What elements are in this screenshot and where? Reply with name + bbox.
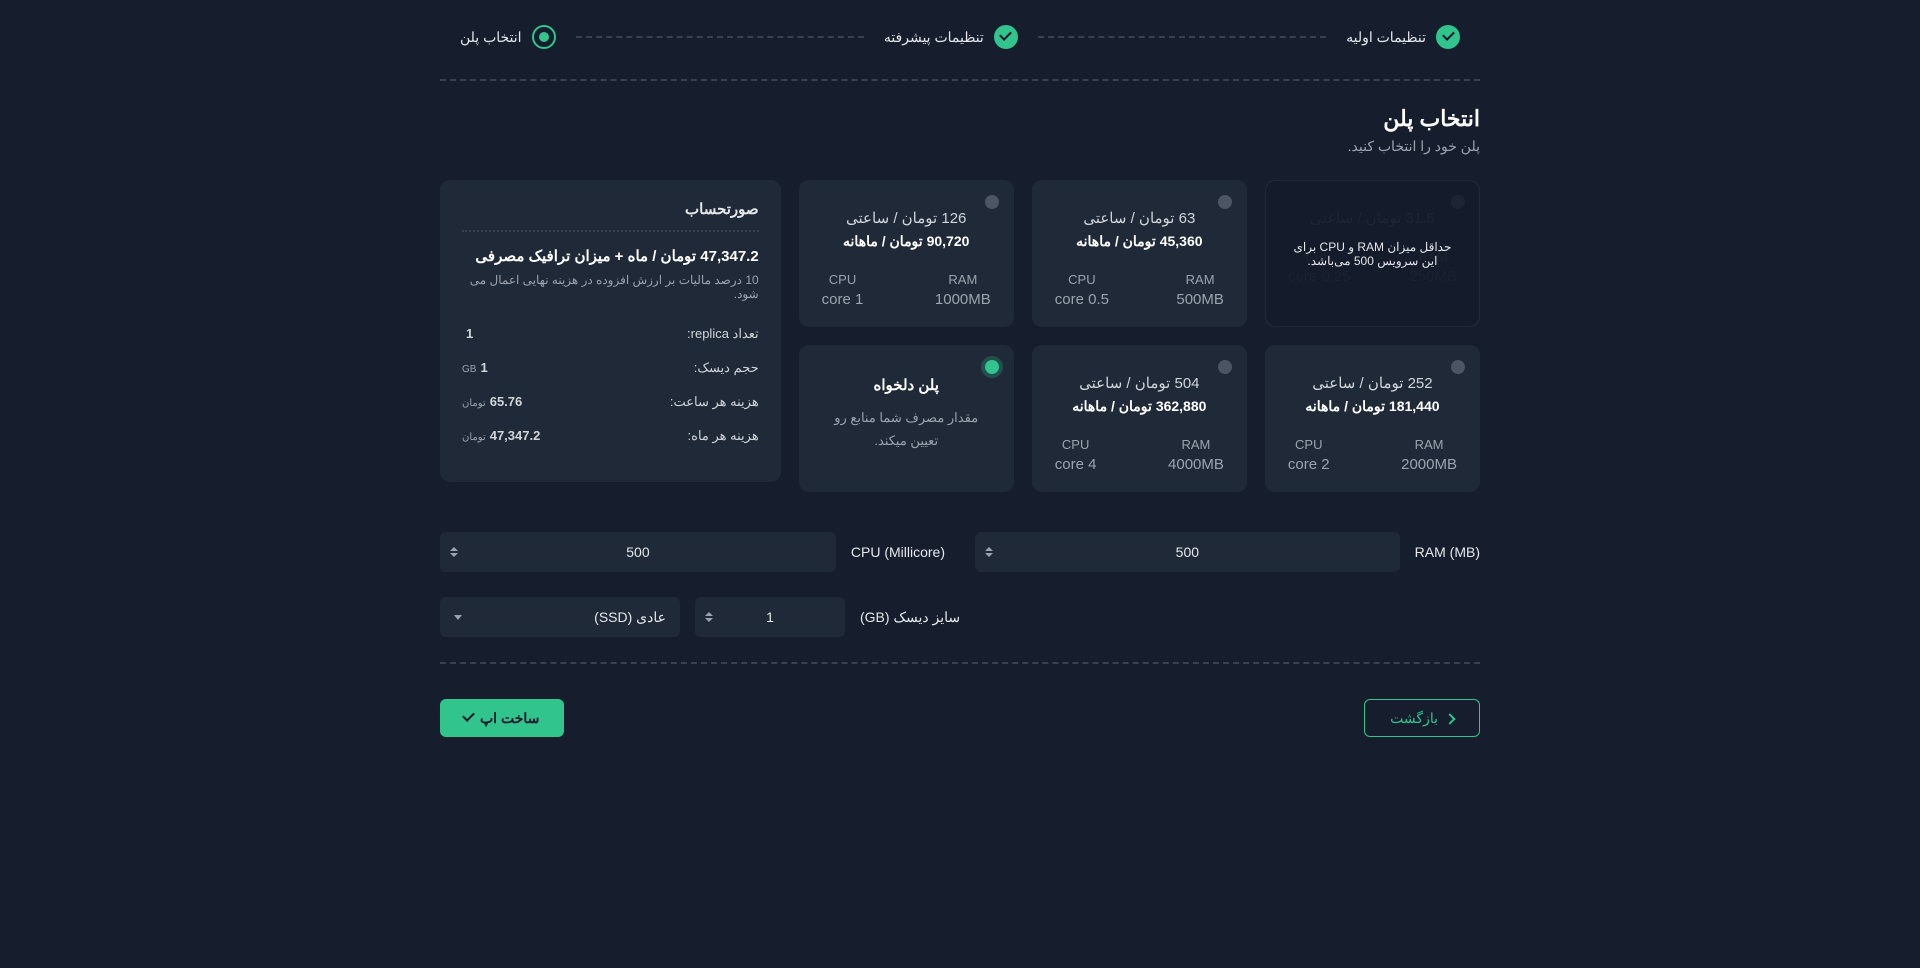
spec-cpu: 1 core — [822, 291, 864, 308]
step-label: تنظیمات پیشرفته — [884, 29, 984, 46]
radio-icon — [1218, 195, 1232, 209]
plan-card-4[interactable]: 252 تومان / ساعتی 181,440 تومان / ماهانه… — [1265, 345, 1480, 492]
cpu-input[interactable]: 500 — [440, 532, 836, 572]
summary-title: صورتحساب — [462, 200, 759, 218]
summary-row-disk: حجم دیسک: 1GB — [462, 360, 759, 376]
plan-hourly: 504 تومان / ساعتی — [1055, 374, 1224, 392]
summary-row-monthly: هزینه هر ماه: 47,347.2تومان — [462, 428, 759, 444]
cpu-label: CPU (Millicore) — [851, 544, 945, 560]
step-advanced: تنظیمات پیشرفته — [884, 25, 1018, 49]
summary-subtext: 10 درصد مالیات بر ارزش افزوده در هزینه ن… — [462, 273, 759, 301]
create-app-button[interactable]: ساخت اپ — [440, 699, 564, 737]
check-icon — [465, 710, 472, 726]
step-label: تنظیمات اولیه — [1346, 29, 1426, 46]
plan-hourly: 126 تومان / ساعتی — [822, 209, 991, 227]
spec-cpu: 2 core — [1288, 456, 1330, 473]
spinner-icon[interactable] — [705, 612, 713, 622]
divider — [440, 662, 1480, 664]
plan-monthly: 362,880 تومان / ماهانه — [1055, 398, 1224, 415]
plan-hourly: 252 تومان / ساعتی — [1288, 374, 1457, 392]
spec-label-cpu: CPU — [822, 272, 864, 287]
spec-label-cpu: CPU — [1055, 272, 1109, 287]
radio-icon — [985, 360, 999, 374]
plan-custom-title: پلن دلخواه — [822, 376, 991, 394]
page-heading: انتخاب پلن پلن خود را انتخاب کنید. — [440, 106, 1480, 155]
disk-input[interactable]: 1 — [695, 597, 845, 637]
billing-summary: صورتحساب 47,347.2 تومان / ماه + میزان تر… — [440, 180, 781, 482]
step-initial: تنظیمات اولیه — [1346, 25, 1460, 49]
plan-card-custom[interactable]: پلن دلخواه مقدار مصرف شما منابع رو تعیین… — [799, 345, 1014, 492]
plan-monthly: 181,440 تومان / ماهانه — [1288, 398, 1457, 415]
plan-card-2[interactable]: 63 تومان / ساعتی 45,360 تومان / ماهانه R… — [1032, 180, 1247, 327]
spec-label-cpu: CPU — [1288, 437, 1330, 452]
plan-card-5[interactable]: 504 تومان / ساعتی 362,880 تومان / ماهانه… — [1032, 345, 1247, 492]
input-group-cpu: CPU (Millicore) 500 — [440, 532, 945, 572]
input-group-disk: سایز دیسک (GB) 1 عادی (SSD) — [440, 597, 960, 637]
spinner-icon[interactable] — [985, 547, 993, 557]
check-icon — [1436, 25, 1460, 49]
step-divider — [576, 36, 864, 38]
spec-label-cpu: CPU — [1055, 437, 1097, 452]
stepper: تنظیمات اولیه تنظیمات پیشرفته انتخاب پلن — [440, 25, 1480, 49]
radio-icon — [1451, 360, 1465, 374]
plan-card-3[interactable]: 126 تومان / ساعتی 90,720 تومان / ماهانه … — [799, 180, 1014, 327]
current-step-icon — [532, 25, 556, 49]
back-button[interactable]: بازگشت — [1364, 699, 1480, 737]
chevron-down-icon — [454, 615, 462, 620]
summary-headline: 47,347.2 تومان / ماه + میزان ترافیک مصرف… — [462, 247, 759, 265]
spec-label-ram: RAM — [1168, 437, 1224, 452]
spec-ram: 1000MB — [935, 291, 991, 308]
disk-type-select[interactable]: عادی (SSD) — [440, 597, 680, 637]
ram-input[interactable]: 500 — [975, 532, 1400, 572]
page-title: انتخاب پلن — [440, 106, 1480, 132]
spec-ram: 500MB — [1176, 291, 1224, 308]
plan-card-1: 31.5 تومان / ساعتی RAM250MB CPU0.25 core… — [1265, 180, 1480, 327]
ram-label: RAM (MB) — [1415, 544, 1480, 560]
spec-label-ram: RAM — [1176, 272, 1224, 287]
radio-icon — [985, 195, 999, 209]
spec-ram: 4000MB — [1168, 456, 1224, 473]
plan-disabled-overlay: حداقل میزان RAM و CPU برای این سرویس 500… — [1266, 181, 1479, 326]
check-icon — [994, 25, 1018, 49]
input-group-ram: RAM (MB) 500 — [975, 532, 1480, 572]
summary-row-hourly: هزینه هر ساعت: 65.76تومان — [462, 394, 759, 410]
spec-label-ram: RAM — [935, 272, 991, 287]
divider — [440, 79, 1480, 81]
page-subtitle: پلن خود را انتخاب کنید. — [440, 138, 1480, 155]
radio-icon — [1218, 360, 1232, 374]
plan-custom-desc: مقدار مصرف شما منابع رو تعیین میکند. — [822, 406, 991, 453]
spec-ram: 2000MB — [1401, 456, 1457, 473]
plan-hourly: 63 تومان / ساعتی — [1055, 209, 1224, 227]
disk-label: سایز دیسک (GB) — [860, 609, 960, 626]
spec-cpu: 0.5 core — [1055, 291, 1109, 308]
plan-monthly: 90,720 تومان / ماهانه — [822, 233, 991, 250]
spec-label-ram: RAM — [1401, 437, 1457, 452]
summary-row-replica: تعداد replica: 1 — [462, 326, 759, 342]
plan-grid: 31.5 تومان / ساعتی RAM250MB CPU0.25 core… — [799, 180, 1480, 492]
step-label: انتخاب پلن — [460, 29, 522, 46]
spinner-icon[interactable] — [450, 547, 458, 557]
spec-cpu: 4 core — [1055, 456, 1097, 473]
step-divider — [1038, 36, 1326, 38]
plan-monthly: 45,360 تومان / ماهانه — [1055, 233, 1224, 250]
step-plan: انتخاب پلن — [460, 25, 556, 49]
chevron-right-icon — [1446, 710, 1454, 726]
